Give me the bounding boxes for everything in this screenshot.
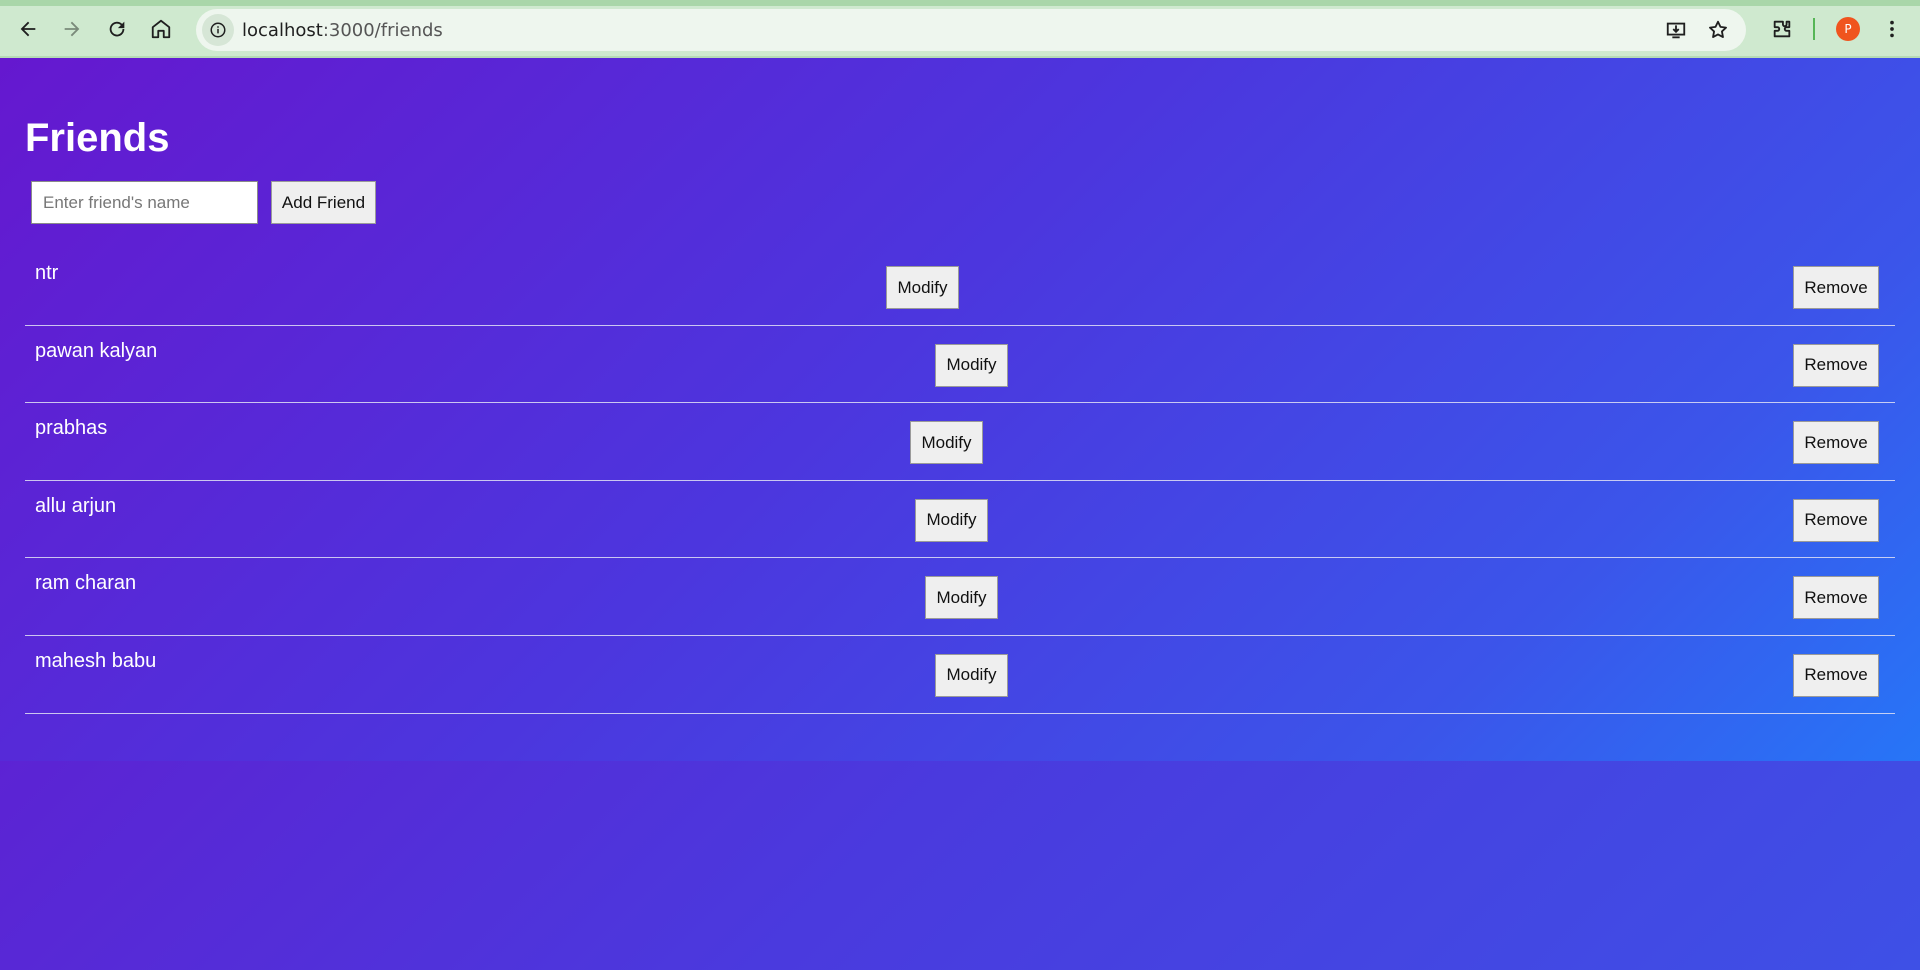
forward-arrow-icon[interactable] xyxy=(52,9,92,49)
remove-button[interactable]: Remove xyxy=(1793,266,1879,309)
modify-button[interactable]: Modify xyxy=(910,421,983,465)
modify-button[interactable]: Modify xyxy=(935,343,1008,387)
url-host: localhost xyxy=(242,20,323,41)
remove-button[interactable]: Remove xyxy=(1793,343,1879,387)
profile-avatar[interactable]: P xyxy=(1836,17,1860,41)
url-text[interactable]: localhost:3000/friends xyxy=(242,20,443,41)
url-path: :3000/friends xyxy=(322,20,443,41)
remove-button[interactable]: Remove xyxy=(1793,498,1879,542)
install-app-icon[interactable] xyxy=(1664,18,1688,42)
friend-row: allu arjun Modify Remove xyxy=(25,481,1895,559)
extensions-puzzle-icon[interactable] xyxy=(1762,9,1802,49)
friend-name: mahesh babu xyxy=(35,649,157,672)
add-friend-button[interactable]: Add Friend xyxy=(271,181,376,224)
friend-row: pawan kalyan Modify Remove xyxy=(25,326,1895,404)
modify-button[interactable]: Modify xyxy=(886,266,959,309)
friend-name: allu arjun xyxy=(35,494,117,517)
friend-name: pawan kalyan xyxy=(35,339,158,362)
reload-icon[interactable] xyxy=(97,9,137,49)
friend-row: ntr Modify Remove xyxy=(25,248,1895,326)
friend-row: prabhas Modify Remove xyxy=(25,403,1895,481)
friend-row: mahesh babu Modify Remove xyxy=(25,636,1895,714)
site-info-icon[interactable] xyxy=(202,14,234,46)
modify-button[interactable]: Modify xyxy=(915,498,988,542)
remove-button[interactable]: Remove xyxy=(1793,576,1879,620)
friend-name: ntr xyxy=(35,262,59,284)
friend-row: ram charan Modify Remove xyxy=(25,558,1895,636)
friend-name: prabhas xyxy=(35,417,108,440)
friends-app: Friends Add Friend ntr Modify Remove paw… xyxy=(0,58,1920,761)
remove-button[interactable]: Remove xyxy=(1793,421,1879,465)
address-bar[interactable]: localhost:3000/friends xyxy=(196,9,1746,51)
browser-toolbar: localhost:3000/friends P xyxy=(0,0,1920,58)
more-menu-icon[interactable] xyxy=(1872,9,1912,49)
modify-button[interactable]: Modify xyxy=(925,576,998,620)
home-icon[interactable] xyxy=(141,9,181,49)
friend-list: ntr Modify Remove pawan kalyan Modify Re… xyxy=(25,248,1895,714)
friend-name-input[interactable] xyxy=(31,181,258,224)
remove-button[interactable]: Remove xyxy=(1793,653,1879,697)
page-title: Friends xyxy=(25,116,170,160)
modify-button[interactable]: Modify xyxy=(935,653,1008,697)
friend-name: ram charan xyxy=(35,572,137,595)
back-arrow-icon[interactable] xyxy=(8,9,48,49)
bookmark-star-icon[interactable] xyxy=(1706,18,1730,42)
toolbar-divider xyxy=(1813,18,1815,40)
